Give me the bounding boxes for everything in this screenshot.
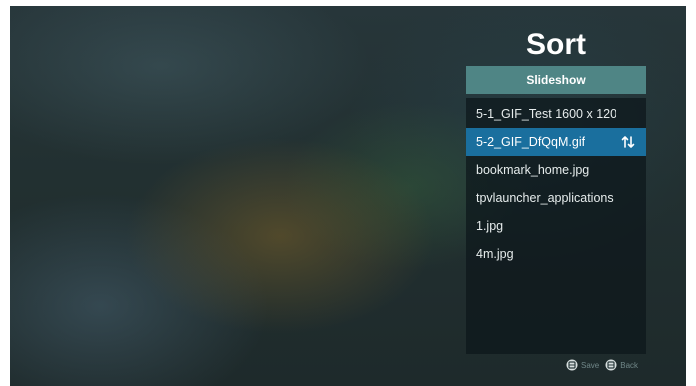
footer-hints: Save Back xyxy=(566,358,644,372)
app-screen: Sort Slideshow 5-1_GIF_Test 1600 x 1200 … xyxy=(10,6,686,386)
sort-arrows-icon[interactable] xyxy=(620,134,636,150)
slideshow-button[interactable]: Slideshow xyxy=(466,66,646,94)
page-title: Sort xyxy=(526,28,586,61)
file-item[interactable]: bookmark_home.jpg xyxy=(466,156,618,184)
file-name: 5-1_GIF_Test 1600 x 1200 xyxy=(476,107,616,121)
file-item-selected[interactable]: 5-2_GIF_DfQqM.gif xyxy=(466,128,646,156)
back-label[interactable]: Back xyxy=(620,361,638,370)
file-name: tpvlauncher_applications xyxy=(476,191,614,205)
remote-key-icon[interactable] xyxy=(605,359,617,371)
save-label[interactable]: Save xyxy=(581,361,599,370)
file-item[interactable]: 1.jpg xyxy=(466,212,618,240)
file-name: 4m.jpg xyxy=(476,247,514,261)
file-item[interactable]: 4m.jpg xyxy=(466,240,618,268)
file-name: bookmark_home.jpg xyxy=(476,163,590,177)
file-item[interactable]: 5-1_GIF_Test 1600 x 1200 xyxy=(466,100,618,128)
file-name: 5-2_GIF_DfQqM.gif xyxy=(476,135,586,149)
file-item[interactable]: tpvlauncher_applications xyxy=(466,184,618,212)
file-name: 1.jpg xyxy=(476,219,504,233)
file-list-panel: 5-1_GIF_Test 1600 x 1200 5-2_GIF_DfQqM.g… xyxy=(466,98,646,354)
file-list: 5-1_GIF_Test 1600 x 1200 5-2_GIF_DfQqM.g… xyxy=(466,100,646,268)
remote-key-icon[interactable] xyxy=(566,359,578,371)
